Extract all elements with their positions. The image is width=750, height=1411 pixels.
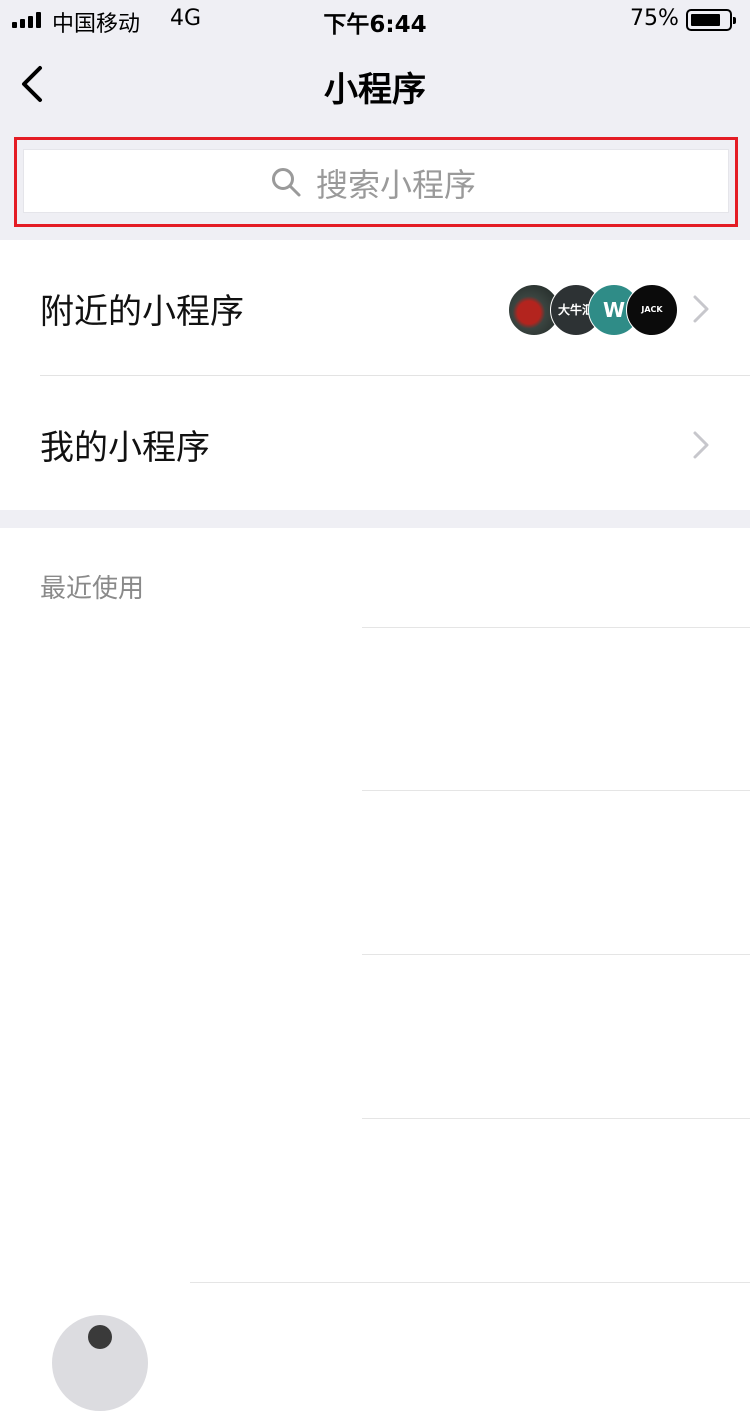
nearby-label: 附近的小程序 (40, 292, 244, 332)
search-input[interactable]: 搜索小程序 (23, 149, 729, 213)
search-placeholder: 搜索小程序 (316, 166, 477, 204)
status-bar: 中国移动 4G 下午6:44 75% (0, 0, 750, 40)
battery-percent: 75% (630, 6, 679, 31)
recent-section-header: 最近使用 (40, 574, 145, 604)
chevron-right-icon (693, 431, 709, 459)
recent-item-divider (362, 1118, 750, 1119)
recent-item-avatar[interactable] (52, 1315, 148, 1411)
nearby-avatars: 大牛汇 W JACK JONES (508, 284, 678, 336)
section-gap (0, 510, 750, 528)
battery-fill (691, 14, 720, 26)
page-title: 小程序 (324, 70, 426, 110)
mine-label: 我的小程序 (40, 428, 210, 468)
search-icon (272, 168, 301, 197)
recent-item-divider (190, 1282, 750, 1283)
search-highlight-box: 搜索小程序 (14, 137, 738, 227)
recent-item-divider (362, 790, 750, 791)
battery-icon (686, 9, 736, 31)
recent-item-divider (362, 954, 750, 955)
jackjones-app-avatar: JACK JONES (626, 284, 678, 336)
chevron-right-icon (693, 295, 709, 323)
recent-item-divider (362, 627, 750, 628)
my-mini-programs-item[interactable]: 我的小程序 (0, 376, 750, 511)
nearby-mini-programs-item[interactable]: 附近的小程序 大牛汇 W JACK JONES (0, 240, 750, 375)
